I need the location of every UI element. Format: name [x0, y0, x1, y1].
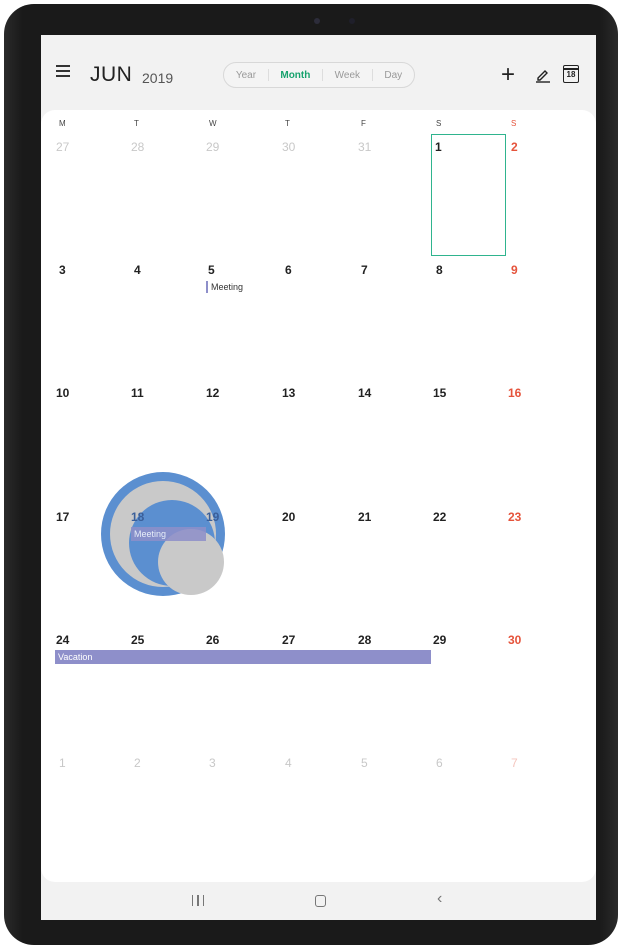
divider [371, 69, 373, 81]
weekday-tue: T [134, 119, 139, 128]
day-cell[interactable]: 30 [282, 140, 295, 154]
weekday-sat: S [436, 119, 442, 128]
day-cell[interactable]: 23 [508, 510, 521, 524]
year-title[interactable]: 2019 [142, 70, 173, 86]
weekday-wed: W [209, 119, 217, 128]
app-bar: JUN 2019 Year Month Week Day + 18 [41, 35, 596, 110]
day-cell[interactable]: 30 [508, 633, 521, 647]
day-cell[interactable]: 27 [56, 140, 69, 154]
day-cell[interactable]: 4 [285, 756, 292, 770]
day-cell[interactable]: 24 [56, 633, 69, 647]
day-cell[interactable]: 14 [358, 386, 371, 400]
day-cell[interactable]: 27 [282, 633, 295, 647]
view-year-tab[interactable]: Year [236, 70, 256, 81]
day-cell[interactable]: 25 [131, 633, 144, 647]
divider [267, 69, 269, 81]
day-cell-highlight[interactable]: 18 [131, 510, 144, 524]
day-cell[interactable]: 26 [206, 633, 219, 647]
day-cell[interactable]: 1 [59, 756, 66, 770]
day-cell[interactable]: 12 [206, 386, 219, 400]
camera-dot [314, 18, 320, 24]
day-cell[interactable]: 15 [433, 386, 446, 400]
today-calendar-icon[interactable]: 18 [563, 65, 579, 83]
view-switcher: Year Month Week Day [223, 62, 415, 88]
day-cell[interactable]: 21 [358, 510, 371, 524]
day-cell[interactable]: 7 [361, 263, 368, 277]
day-cell[interactable]: 10 [56, 386, 69, 400]
month-title[interactable]: JUN [90, 63, 132, 87]
weekday-mon: M [59, 119, 66, 128]
day-cell[interactable]: 11 [131, 386, 144, 400]
divider [322, 69, 324, 81]
day-cell[interactable]: 6 [436, 756, 443, 770]
day-cell[interactable]: 28 [131, 140, 144, 154]
day-cell[interactable]: 29 [206, 140, 219, 154]
weekday-sun: S [511, 119, 517, 128]
day-cell[interactable]: 29 [433, 633, 446, 647]
day-cell[interactable]: 5 [361, 756, 368, 770]
day-cell[interactable]: 28 [358, 633, 371, 647]
day-cell[interactable]: 5 [208, 263, 215, 277]
menu-icon[interactable] [56, 65, 70, 77]
day-cell[interactable]: 13 [282, 386, 295, 400]
day-cell[interactable]: 1 [435, 140, 442, 154]
sensor-dot [349, 18, 355, 24]
day-cell[interactable]: 31 [358, 140, 371, 154]
calendar-screen: JUN 2019 Year Month Week Day + 18 M T W … [41, 35, 596, 920]
day-cell[interactable]: 2 [511, 140, 518, 154]
day-cell[interactable]: 16 [508, 386, 521, 400]
day-cell[interactable]: 6 [285, 263, 292, 277]
day-cell[interactable]: 7 [511, 756, 518, 770]
system-nav-bar: ‹ [41, 882, 596, 920]
event-meeting[interactable]: Meeting [206, 281, 243, 293]
today-icon-number: 18 [566, 70, 576, 79]
day-cell[interactable]: 8 [436, 263, 443, 277]
day-cell[interactable]: 20 [282, 510, 295, 524]
view-week-tab[interactable]: Week [335, 70, 360, 81]
day-cell-highlight[interactable]: 19 [206, 510, 219, 524]
day-cell[interactable]: 17 [56, 510, 69, 524]
day-cell[interactable]: 9 [511, 263, 518, 277]
back-icon[interactable]: ‹ [437, 890, 442, 908]
day-cell[interactable]: 22 [433, 510, 446, 524]
day-cell[interactable]: 4 [134, 263, 141, 277]
day-cell[interactable]: 2 [134, 756, 141, 770]
recents-icon[interactable] [192, 895, 204, 906]
weekday-thu: T [285, 119, 290, 128]
event-vacation[interactable]: Vacation [55, 650, 431, 664]
edit-icon[interactable] [535, 67, 551, 83]
view-month-tab[interactable]: Month [280, 70, 310, 81]
day-cell[interactable]: 3 [59, 263, 66, 277]
view-day-tab[interactable]: Day [384, 70, 402, 81]
weekday-fri: F [361, 119, 366, 128]
event-meeting[interactable]: Meeting [131, 527, 206, 541]
selected-day-highlight [431, 134, 506, 256]
home-icon[interactable] [315, 895, 326, 907]
add-icon[interactable]: + [501, 63, 515, 87]
day-cell[interactable]: 3 [209, 756, 216, 770]
